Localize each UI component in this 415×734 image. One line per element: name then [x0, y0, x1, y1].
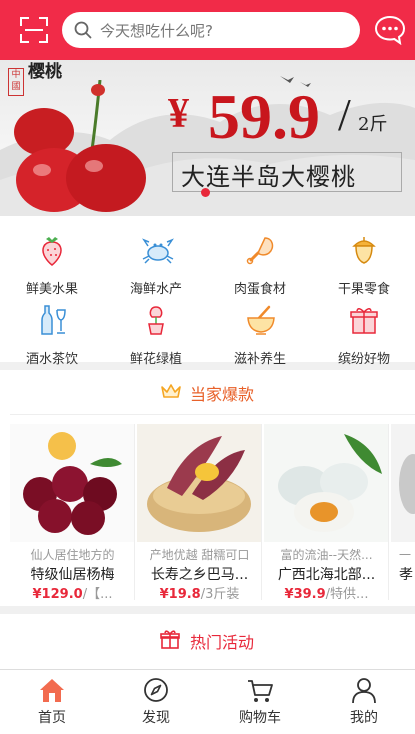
product-subtitle: 富的流油--天然...: [280, 548, 373, 562]
product-name: 长寿之乡巴马...: [150, 567, 249, 583]
product-image: [10, 424, 134, 542]
price-value: 59.9: [208, 81, 320, 152]
category-label: 鲜花绿植: [129, 352, 182, 367]
product-price: ¥129.0: [32, 587, 83, 600]
price-slash: /: [338, 89, 351, 140]
wine-bottle-icon: [41, 305, 66, 335]
crown-icon: [161, 384, 181, 398]
product-price-row: ¥129.0/【...: [10, 583, 134, 600]
product-price: ¥19.8: [159, 587, 201, 600]
hot-section-title: 当家爆款: [190, 385, 255, 404]
product-card[interactable]: 仙人居住地方的 特级仙居杨梅 ¥129.0/【...: [10, 424, 135, 600]
category-label: 鲜美水果: [25, 282, 78, 297]
category-label: 肉蛋食材: [233, 282, 286, 297]
hot-section: 当家爆款 仙人居住地方的 特级仙居杨梅 ¥129.0/【... 产地优越 甜糯可…: [0, 370, 415, 606]
carousel-indicator[interactable]: [201, 188, 210, 197]
divider: [10, 414, 415, 415]
promo-banner[interactable]: 中國 樱桃 ¥ 59.9 / 2斤 大连半岛大樱桃: [0, 60, 415, 216]
search-icon: [74, 21, 92, 39]
product-image: [137, 424, 261, 542]
product-price: ¥39.9: [284, 587, 326, 600]
tab-label: 我的: [350, 710, 378, 726]
gift-icon: [160, 630, 180, 649]
product-card[interactable]: 一 孝: [391, 424, 415, 600]
tab-discover[interactable]: 发现: [104, 670, 208, 734]
category-label: 滋补养生: [233, 352, 286, 367]
product-image: [391, 424, 415, 542]
category-grid: 鲜美水果 海鲜水产 肉蛋食材 干果零食 酒水茶饮 鲜花绿植 滋补养生 缤纷好物: [0, 216, 415, 367]
tab-home[interactable]: 首页: [0, 670, 104, 734]
product-card[interactable]: 富的流油--天然... 广西北海北部... ¥39.9/特供...: [264, 424, 389, 600]
strawberry-icon: [42, 237, 62, 266]
top-bar: 今天想吃什么呢?: [0, 0, 415, 60]
search-input[interactable]: 今天想吃什么呢?: [62, 12, 360, 48]
hot-section-header[interactable]: 当家爆款: [0, 370, 415, 414]
message-icon[interactable]: [374, 15, 406, 45]
category-goods[interactable]: 缤纷好物: [312, 296, 415, 367]
search-placeholder: 今天想吃什么呢?: [100, 22, 213, 40]
tab-cart[interactable]: 购物车: [208, 670, 312, 734]
tab-label: 购物车: [239, 710, 281, 726]
tab-mine[interactable]: 我的: [312, 670, 415, 734]
product-price-suffix: /特供...: [325, 587, 369, 600]
product-price-row: ¥19.8/3斤装: [137, 583, 261, 600]
category-label: 缤纷好物: [337, 352, 390, 367]
category-label: 酒水茶饮: [25, 352, 78, 367]
home-icon: [40, 679, 64, 702]
scan-icon[interactable]: [20, 17, 48, 43]
mortar-icon: [247, 305, 275, 335]
price-unit: 2斤: [358, 114, 388, 135]
activity-section[interactable]: 热门活动: [0, 614, 415, 669]
product-name: 广西北海北部...: [277, 567, 376, 583]
category-health[interactable]: 滋补养生: [208, 296, 312, 367]
tagline-text: 大连半岛大樱桃: [181, 163, 356, 191]
product-name: 特级仙居杨梅: [30, 567, 115, 583]
product-name: 孝: [399, 567, 413, 583]
crab-icon: [142, 238, 174, 264]
brush-title: 樱桃: [28, 62, 62, 82]
activity-title: 热门活动: [190, 633, 255, 652]
category-drinks[interactable]: 酒水茶饮: [0, 296, 104, 367]
product-subtitle: 产地优越 甜糯可口: [149, 548, 250, 562]
category-meat[interactable]: 肉蛋食材: [208, 226, 312, 297]
drumstick-icon: [246, 237, 274, 265]
tab-label: 首页: [38, 710, 66, 726]
gift-box-icon: [350, 308, 378, 334]
product-price-suffix: /【...: [82, 587, 113, 600]
product-price-suffix: /3斤装: [200, 587, 240, 600]
category-seafood[interactable]: 海鲜水产: [104, 226, 208, 297]
category-fruit[interactable]: 鲜美水果: [0, 226, 104, 297]
category-snacks[interactable]: 干果零食: [312, 226, 415, 297]
cart-icon: [248, 680, 273, 702]
user-icon: [352, 678, 376, 704]
compass-icon: [144, 678, 168, 702]
category-flowers[interactable]: 鲜花绿植: [104, 296, 208, 367]
category-label: 海鲜水产: [129, 282, 182, 297]
banner-tagline: 大连半岛大樱桃: [172, 152, 402, 192]
cherries-image: [14, 80, 146, 212]
tab-label: 发现: [142, 710, 170, 726]
acorn-icon: [352, 237, 376, 264]
price-symbol: ¥: [168, 91, 189, 137]
flower-pot-icon: [148, 306, 164, 335]
product-image: [264, 424, 388, 542]
product-price-row: ¥39.9/特供...: [264, 583, 388, 600]
bottom-tab-bar: 首页 发现 购物车 我的: [0, 669, 415, 734]
category-label: 干果零食: [337, 282, 390, 297]
product-card[interactable]: 产地优越 甜糯可口 长寿之乡巴马... ¥19.8/3斤装: [137, 424, 262, 600]
product-subtitle: 仙人居住地方的: [30, 548, 115, 562]
product-subtitle: 一: [399, 548, 412, 562]
